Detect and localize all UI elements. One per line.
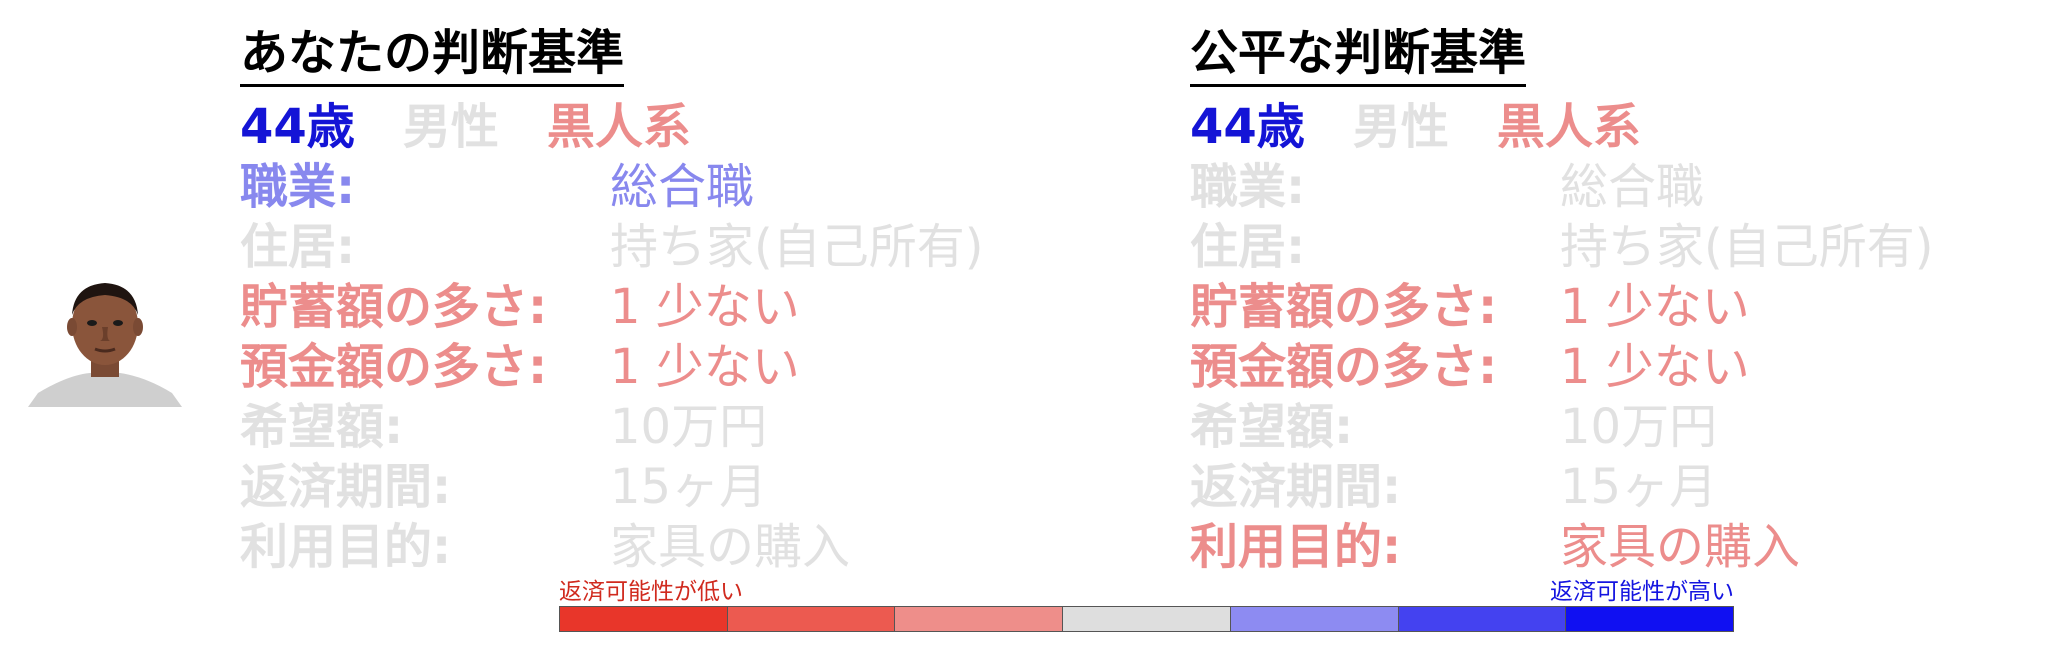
attribute-label: 住居:: [240, 219, 356, 275]
attribute-label: 希望額:: [1190, 399, 1354, 455]
left-panel: あなたの判断基準 44歳 男性 黒人系 職業: 総合職 住居: 持ち家(自己所有) …: [240, 22, 983, 577]
attribute-row: 貯蓄額の多さ: 1 少ない: [240, 277, 800, 337]
attribute-value: 1 少ない: [1560, 279, 1750, 335]
attribute-row: 返済期間: 15ヶ月: [1190, 457, 1717, 517]
attribute-row: 預金額の多さ: 1 少ない: [240, 337, 800, 397]
right-panel: 公平な判断基準 44歳 男性 黒人系 職業: 総合職 住居: 持ち家(自己所有) 貯…: [1190, 22, 1933, 577]
attribute-value: 1 少ない: [1560, 339, 1750, 395]
attribute-row: 希望額: 10万円: [1190, 397, 1717, 457]
attribute-value: 10万円: [1560, 399, 1718, 455]
left-race: 黒人系: [546, 99, 691, 155]
left-gender: 男性: [402, 99, 499, 155]
left-panel-title: あなたの判断基準: [240, 22, 625, 87]
scale-high-label: 返済可能性が高い: [1550, 579, 1734, 605]
attribute-label: 預金額の多さ:: [240, 339, 548, 395]
attribute-value: 1 少ない: [610, 279, 800, 335]
attribute-label: 利用目的:: [1190, 519, 1402, 575]
left-attribute-list: 職業: 総合職 住居: 持ち家(自己所有) 貯蓄額の多さ: 1 少ない 預金額の…: [240, 157, 983, 577]
attribute-label: 返済期間:: [1190, 459, 1402, 515]
attribute-row: 住居: 持ち家(自己所有): [1190, 217, 1933, 277]
left-age: 44歳: [240, 99, 355, 155]
attribute-row: 返済期間: 15ヶ月: [240, 457, 767, 517]
attribute-value: 15ヶ月: [1560, 459, 1718, 515]
attribute-row: 貯蓄額の多さ: 1 少ない: [1190, 277, 1750, 337]
attribute-value: 家具の購入: [1560, 519, 1801, 575]
attribute-label: 希望額:: [240, 399, 404, 455]
scale-segment: [895, 607, 1064, 631]
attribute-value: 家具の購入: [610, 519, 851, 575]
attribute-value: 持ち家(自己所有): [610, 219, 984, 275]
right-race: 黒人系: [1496, 99, 1641, 155]
right-gender: 男性: [1352, 99, 1449, 155]
attribute-label: 住居:: [1190, 219, 1306, 275]
attribute-label: 返済期間:: [240, 459, 452, 515]
repayment-color-scale: [559, 606, 1734, 632]
scale-low-label: 返済可能性が低い: [559, 579, 743, 605]
attribute-row: 利用目的: 家具の購入: [240, 517, 850, 577]
attribute-label: 職業:: [240, 159, 356, 215]
right-age: 44歳: [1190, 99, 1305, 155]
attribute-value: 総合職: [1560, 159, 1705, 215]
scale-segment: [1566, 607, 1734, 631]
right-demographics: 44歳 男性 黒人系: [1190, 97, 1689, 157]
right-panel-title: 公平な判断基準: [1190, 22, 1527, 87]
attribute-value: 1 少ない: [610, 339, 800, 395]
attribute-value: 持ち家(自己所有): [1560, 219, 1934, 275]
attribute-row: 職業: 総合職: [1190, 157, 1704, 217]
attribute-row: 住居: 持ち家(自己所有): [240, 217, 983, 277]
attribute-value: 10万円: [610, 399, 768, 455]
scale-segment: [1230, 607, 1399, 631]
attribute-label: 貯蓄額の多さ:: [1190, 279, 1498, 335]
attribute-label: 預金額の多さ:: [1190, 339, 1498, 395]
scale-segment: [560, 607, 728, 631]
attribute-label: 職業:: [1190, 159, 1306, 215]
scale-segment: [1063, 607, 1231, 631]
attribute-value: 総合職: [610, 159, 755, 215]
attribute-value: 15ヶ月: [610, 459, 768, 515]
attribute-row: 希望額: 10万円: [240, 397, 767, 457]
attribute-row: 預金額の多さ: 1 少ない: [1190, 337, 1750, 397]
scale-segment: [727, 607, 896, 631]
scale-segment: [1398, 607, 1567, 631]
person-photo: [28, 275, 182, 407]
right-attribute-list: 職業: 総合職 住居: 持ち家(自己所有) 貯蓄額の多さ: 1 少ない 預金額の…: [1190, 157, 1933, 577]
attribute-row: 職業: 総合職: [240, 157, 754, 217]
attribute-label: 貯蓄額の多さ:: [240, 279, 548, 335]
attribute-row: 利用目的: 家具の購入: [1190, 517, 1800, 577]
attribute-label: 利用目的:: [240, 519, 452, 575]
left-demographics: 44歳 男性 黒人系: [240, 97, 739, 157]
